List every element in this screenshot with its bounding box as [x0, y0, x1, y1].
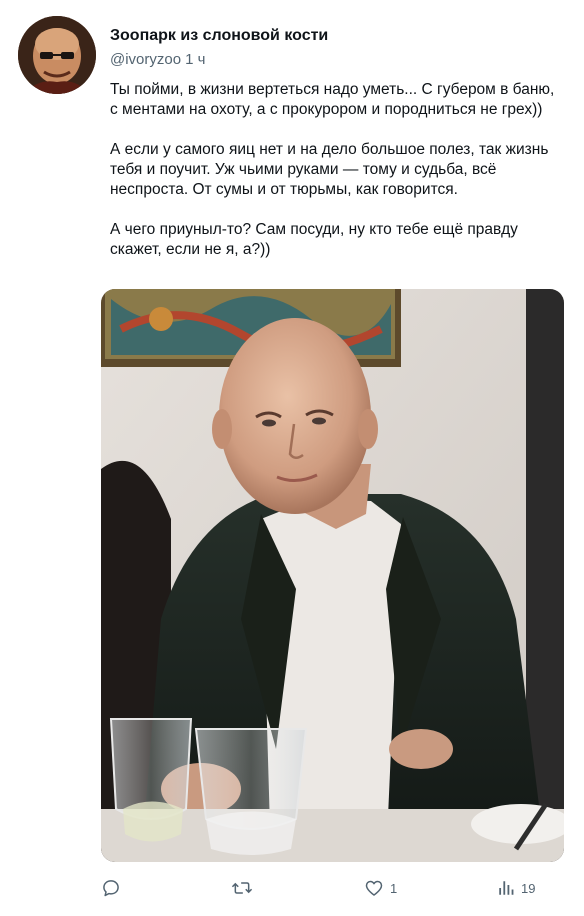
tweet-header: Зоопарк из слоновой кости @ivoryzoo 1 ч — [110, 26, 570, 70]
timestamp[interactable]: 1 ч — [185, 51, 205, 68]
avatar[interactable] — [18, 16, 96, 94]
tweet-text: Ты пойми, в жизни вертеться надо уметь..… — [110, 80, 560, 280]
like-count: 1 — [390, 880, 398, 896]
tweet-paragraph: А чего приуныл-то? Сам посуди, ну кто те… — [110, 221, 518, 258]
views-button[interactable]: 19 — [497, 872, 535, 904]
retweet-button[interactable] — [231, 872, 259, 904]
user-handle[interactable]: @ivoryzoo — [110, 51, 181, 68]
reply-button[interactable] — [101, 872, 127, 904]
views-icon — [497, 879, 515, 897]
tweet-actions: 1 19 — [101, 872, 564, 904]
heart-icon — [364, 878, 384, 898]
views-count: 19 — [521, 880, 536, 896]
tweet-paragraph: Ты пойми, в жизни вертеться надо уметь..… — [110, 81, 555, 118]
tweet-paragraph: А если у самого яиц нет и на дело большо… — [110, 141, 549, 198]
tweet-meta: @ivoryzoo 1 ч — [110, 50, 570, 70]
retweet-icon — [231, 878, 253, 898]
display-name[interactable]: Зоопарк из слоновой кости — [110, 26, 570, 46]
tweet-photo[interactable] — [101, 289, 564, 862]
like-button[interactable]: 1 — [364, 872, 397, 904]
reply-icon — [101, 878, 121, 898]
tweet: Зоопарк из слоновой кости @ivoryzoo 1 ч Т… — [0, 0, 584, 916]
